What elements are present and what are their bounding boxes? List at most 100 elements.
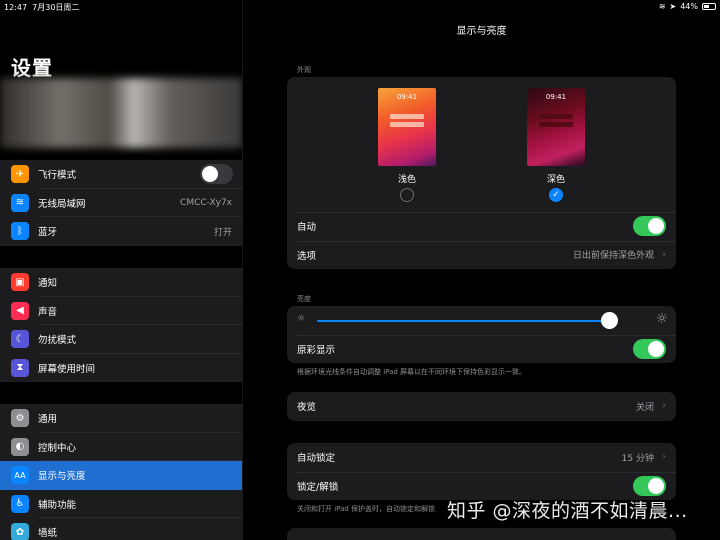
dark-mode-label: 深色 [546, 175, 565, 185]
row-separator [297, 471, 676, 473]
auto-lock-value: 15 分钟 [621, 453, 654, 464]
sidebar-item-label: 控制中心 [38, 442, 77, 454]
preview-bar [390, 122, 424, 127]
sidebar-item-label: 勿扰模式 [38, 335, 77, 347]
battery-fill [704, 5, 709, 8]
sidebar-item[interactable]: ▣ 通知 [0, 268, 243, 297]
lock-unlock-toggle[interactable] [633, 475, 666, 496]
options-value: 日出前保持深色外观 [572, 251, 654, 262]
row-separator [297, 334, 676, 336]
location-icon: ➤ [669, 2, 677, 11]
toggle-knob [202, 166, 218, 182]
sidebar-item-label: 飞行模式 [38, 170, 77, 182]
battery-percent: 44% [680, 2, 698, 11]
sidebar-group-notifications: ▣ 通知 ◀ 声音 ☾ 勿扰模式 ⧗ 屏幕使用时间 [0, 268, 243, 382]
row-separator [297, 212, 676, 213]
light-mode-label: 浅色 [397, 175, 416, 185]
lock-card: 自动锁定 15 分钟 › 锁定/解锁 [287, 443, 676, 500]
sun-small-icon: ☼ [297, 314, 306, 324]
appearance-rows: 自动 选项 日出前保持深色外观 › [287, 212, 676, 269]
preview-bar [539, 122, 573, 127]
brightness-header: 亮度 [297, 295, 311, 303]
accessibility-icon: ♿ [11, 494, 29, 513]
options-row[interactable]: 选项 日出前保持深色外观 › [287, 240, 676, 270]
status-indicators: ≋ ➤ 44% [659, 2, 716, 11]
display-icon: AA [11, 466, 29, 485]
hourglass-icon: ⧗ [11, 358, 29, 377]
night-shift-card: 夜览 关闭 › [287, 392, 676, 421]
sidebar-item[interactable]: ᛒ 蓝牙 打开 [0, 217, 243, 246]
sidebar-item[interactable]: ✿ 墙纸 [0, 518, 243, 540]
sidebar-item-value: CMCC-Xy7x [180, 197, 232, 208]
auto-lock-label: 自动锁定 [297, 453, 336, 465]
airplane-mode-toggle[interactable] [200, 164, 233, 184]
preview-bar [539, 114, 573, 119]
notifications-icon: ▣ [11, 273, 29, 292]
sidebar-item[interactable]: ◀ 声音 [0, 297, 243, 325]
auto-row[interactable]: 自动 [287, 212, 676, 241]
moon-icon: ☾ [11, 330, 29, 349]
battery-icon [702, 3, 716, 10]
night-shift-row[interactable]: 夜览 关闭 › [287, 392, 676, 421]
airplane-icon: ✈ [11, 165, 29, 184]
sidebar-item-label: 墙纸 [38, 528, 58, 540]
sidebar-title: 设置 [11, 56, 53, 80]
sidebar-item[interactable]: ⧗ 屏幕使用时间 [0, 354, 243, 383]
lock-unlock-label: 锁定/解锁 [297, 481, 339, 493]
sidebar-item-label: 声音 [38, 306, 58, 318]
sidebar-item-label: 通知 [38, 278, 58, 290]
sidebar-group-general: ⚙ 通用 ◐ 控制中心 AA 显示与亮度 ♿ 辅助功能 ✿ 墙纸 [0, 404, 243, 540]
chevron-right-icon: › [662, 401, 666, 412]
auto-label: 自动 [297, 222, 317, 234]
sidebar-item[interactable]: AA 显示与亮度 [0, 461, 243, 490]
sidebar-item[interactable]: ⚙ 通用 [0, 404, 243, 433]
sidebar-item[interactable]: ♿ 辅助功能 [0, 490, 243, 518]
dark-mode-radio[interactable]: ✓ [549, 188, 563, 202]
sidebar-item-label: 通用 [38, 414, 58, 426]
brightness-slider-row: ☼ ☼ [287, 306, 676, 335]
bluetooth-icon: ᛒ [11, 222, 29, 241]
preview-time: 09:41 [545, 93, 567, 101]
true-tone-row[interactable]: 原彩显示 [287, 334, 676, 364]
true-tone-toggle[interactable] [633, 338, 666, 359]
night-shift-label: 夜览 [297, 402, 317, 414]
chevron-right-icon: › [662, 452, 666, 463]
auto-lock-row[interactable]: 自动锁定 15 分钟 › [287, 443, 676, 472]
sound-icon: ◀ [11, 301, 29, 320]
sidebar-item[interactable]: ◐ 控制中心 [0, 433, 243, 461]
true-tone-label: 原彩显示 [297, 344, 336, 356]
lock-note: 关闭和打开 iPad 保护盖时，自动锁定和解锁 [297, 505, 436, 513]
brightness-slider-knob[interactable] [600, 312, 618, 329]
chevron-right-icon: › [662, 249, 666, 260]
preview-time: 09:41 [396, 93, 418, 101]
toggle-knob [648, 218, 664, 234]
appearance-header: 外观 [297, 66, 311, 74]
main-pane: 显示与亮度 外观 09:41 浅色 09:41 深色 ✓ 自动 选项 日出前保持… [243, 0, 720, 540]
sidebar-item[interactable]: ≋ 无线局域网 CMCC-Xy7x [0, 189, 243, 217]
wifi-icon: ≋ [658, 2, 666, 11]
light-mode-preview[interactable]: 09:41 [378, 88, 436, 166]
auto-toggle[interactable] [633, 216, 666, 236]
true-tone-note: 根据环境光线条件自动调整 iPad 屏幕以在不同环境下保持色彩显示一致。 [297, 368, 527, 376]
checkmark-icon: ✓ [552, 190, 560, 200]
dark-mode-preview[interactable]: 09:41 [527, 88, 585, 166]
status-time-date: 12:47 7月30日周二 [4, 2, 79, 13]
sidebar: 设置 ✈ 飞行模式 ≋ 无线局域网 CMCC-Xy7x ᛒ 蓝牙 打开 ▣ 通知 ◀ 声音 ☾ 勿扰模式… [0, 0, 243, 540]
preview-bar [390, 114, 424, 119]
gear-icon: ⚙ [11, 409, 29, 428]
next-card-partial [287, 528, 676, 540]
toggle-knob [648, 340, 664, 357]
sidebar-item-value: 打开 [213, 227, 232, 238]
brightness-card: ☼ ☼ 原彩显示 [287, 306, 676, 363]
light-mode-radio[interactable] [400, 188, 414, 202]
brightness-slider[interactable] [317, 320, 609, 322]
page-title: 显示与亮度 [456, 26, 507, 37]
toggle-knob [648, 477, 664, 494]
options-label: 选项 [297, 250, 317, 262]
watermark-text: 知乎 @深夜的酒不如清晨... [447, 500, 688, 522]
sidebar-item[interactable]: ☾ 勿扰模式 [0, 325, 243, 354]
profile-card-blurred[interactable] [0, 78, 243, 148]
sidebar-item[interactable]: ✈ 飞行模式 [0, 160, 243, 189]
sidebar-item-label: 蓝牙 [38, 227, 58, 239]
sidebar-item-label: 无线局域网 [38, 198, 86, 210]
